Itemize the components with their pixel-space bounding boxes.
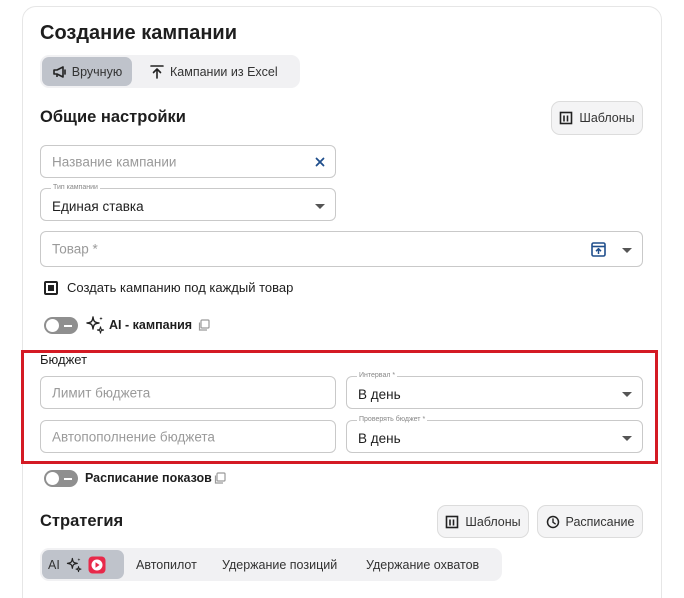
tab-hold-reach[interactable]: Удержание охватов [366, 548, 479, 581]
upload-icon [150, 64, 164, 79]
interval-value: В день [358, 386, 401, 402]
budget-limit-input[interactable]: Лимит бюджета [40, 376, 336, 409]
ai-campaign-label: AI - кампания [109, 318, 193, 332]
manual-mode-button[interactable]: Вручную [42, 57, 132, 86]
check-budget-select[interactable]: Проверять бюджет * В день [346, 416, 643, 453]
general-settings-title: Общие настройки [40, 108, 186, 126]
strategy-templates-label: Шаблоны [465, 514, 521, 529]
per-product-checkbox[interactable] [44, 281, 58, 295]
product-select[interactable]: Товар * [40, 231, 643, 267]
budget-autofill-placeholder: Автопополнение бюджета [52, 429, 215, 444]
checkbox-check-mark [48, 285, 54, 291]
template-icon [446, 515, 459, 528]
budget-autofill-input[interactable]: Автопополнение бюджета [40, 420, 336, 453]
sparkles-icon [66, 557, 82, 572]
check-budget-label: Проверять бюджет * [357, 416, 428, 423]
open-in-icon[interactable] [591, 242, 606, 257]
schedule-button-label: Расписание [565, 514, 635, 529]
tab-hold-positions-label: Удержание позиций [222, 557, 338, 572]
schedule-button[interactable]: Расписание [537, 505, 643, 538]
product-placeholder: Товар * [52, 241, 98, 257]
copy-icon[interactable] [197, 319, 210, 332]
schedule-label: Расписание показов [85, 471, 212, 485]
mode-switch: Вручную Кампании из Excel [40, 55, 300, 88]
sparkles-icon [86, 316, 105, 334]
excel-mode-button[interactable]: Кампании из Excel [144, 57, 294, 86]
campaign-type-select[interactable]: Тип кампании Единая ставка [40, 184, 336, 221]
check-budget-value: В день [358, 430, 401, 446]
copy-icon[interactable] [213, 472, 226, 485]
templates-button[interactable]: Шаблоны [551, 101, 643, 135]
budget-limit-placeholder: Лимит бюджета [52, 385, 151, 400]
toggle-knob [46, 472, 59, 485]
tab-autopilot-label: Автопилот [136, 557, 197, 572]
chevron-down-icon [622, 391, 632, 397]
page-title: Создание кампании [40, 22, 238, 44]
tab-ai[interactable]: AI [42, 550, 124, 579]
toggle-knob [46, 319, 59, 332]
strategy-templates-button[interactable]: Шаблоны [437, 505, 529, 538]
tab-ai-label: AI [48, 557, 60, 572]
campaign-type-value: Единая ставка [52, 198, 144, 214]
schedule-toggle[interactable] [44, 470, 78, 487]
chevron-down-icon [622, 435, 632, 441]
tab-autopilot[interactable]: Автопилот [136, 548, 197, 581]
play-badge-icon [88, 556, 106, 573]
interval-label: Интервал * [357, 372, 398, 379]
strategy-tabs: AI Автопилот Удержание позиций Удержание… [40, 548, 502, 581]
tab-hold-positions[interactable]: Удержание позиций [222, 548, 337, 581]
campaign-name-placeholder: Название кампании [52, 154, 177, 169]
templates-button-label: Шаблоны [579, 111, 635, 125]
excel-mode-label: Кампании из Excel [170, 64, 278, 79]
budget-title: Бюджет [40, 352, 88, 367]
clock-icon [546, 515, 559, 528]
interval-select[interactable]: Интервал * В день [346, 372, 643, 409]
chevron-down-icon [622, 248, 632, 253]
template-icon [560, 111, 573, 125]
megaphone-icon [52, 65, 66, 78]
toggle-off-mark [64, 325, 72, 327]
manual-mode-label: Вручную [71, 64, 123, 79]
campaign-type-label: Тип кампании [51, 184, 100, 191]
strategy-title: Стратегия [40, 512, 124, 530]
clear-icon[interactable] [315, 157, 325, 167]
campaign-name-input[interactable]: Название кампании [40, 145, 336, 178]
ai-campaign-toggle[interactable] [44, 317, 78, 334]
toggle-off-mark [64, 478, 72, 480]
tab-hold-reach-label: Удержание охватов [366, 557, 480, 572]
per-product-label: Создать кампанию под каждый товар [67, 280, 294, 295]
chevron-down-icon [315, 203, 325, 209]
